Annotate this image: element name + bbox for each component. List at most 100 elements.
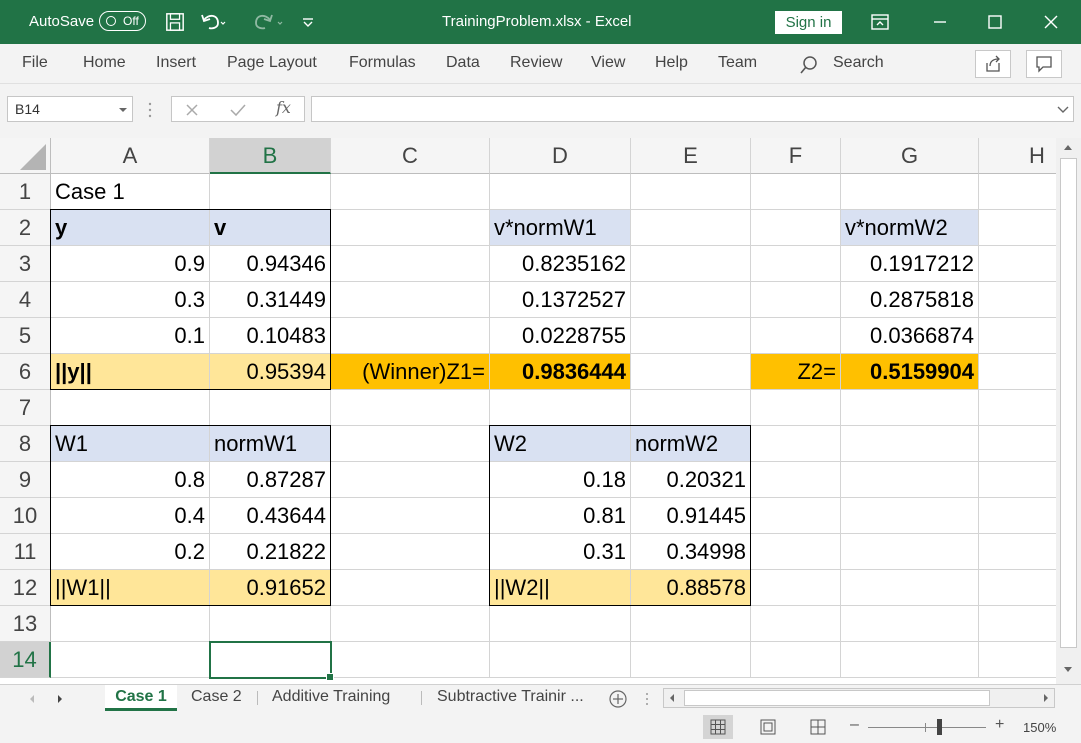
sign-in-button[interactable]: Sign in xyxy=(775,11,842,34)
sheet-tab-additive-training[interactable]: Additive Training xyxy=(272,685,390,711)
cell-e9[interactable]: 0.20321 xyxy=(631,462,751,498)
minimize-icon[interactable] xyxy=(930,12,950,32)
empty-cell[interactable] xyxy=(979,318,1056,354)
empty-cell[interactable] xyxy=(490,390,631,426)
empty-cell[interactable] xyxy=(331,570,490,606)
cell-d3[interactable]: 0.8235162 xyxy=(490,246,631,282)
cell-d10[interactable]: 0.81 xyxy=(490,498,631,534)
page-layout-view-icon[interactable] xyxy=(760,719,776,735)
empty-cell[interactable] xyxy=(841,462,979,498)
cell-b6[interactable]: 0.95394 xyxy=(210,354,331,390)
empty-cell[interactable] xyxy=(979,570,1056,606)
scroll-right-icon[interactable] xyxy=(1042,693,1050,703)
comments-button[interactable] xyxy=(1026,50,1062,78)
column-header-f[interactable]: F xyxy=(751,138,841,174)
search-label[interactable]: Search xyxy=(833,44,884,84)
cell-d4[interactable]: 0.1372527 xyxy=(490,282,631,318)
column-header-d[interactable]: D xyxy=(490,138,631,174)
sheet-tab-subtractive-training[interactable]: Subtractive Trainir ... xyxy=(437,685,584,711)
cell-a11[interactable]: 0.2 xyxy=(51,534,210,570)
redo-icon[interactable] xyxy=(250,12,286,32)
scroll-left-icon[interactable] xyxy=(668,693,676,703)
cell-a12[interactable]: ||W1|| xyxy=(51,570,210,606)
tab-data[interactable]: Data xyxy=(446,44,480,84)
customize-toolbar-icon[interactable] xyxy=(301,12,315,32)
scroll-up-icon[interactable] xyxy=(1063,143,1073,151)
scroll-down-icon[interactable] xyxy=(1063,666,1073,674)
cell-d8[interactable]: W2 xyxy=(490,426,631,462)
empty-cell[interactable] xyxy=(331,282,490,318)
empty-cell[interactable] xyxy=(631,606,751,642)
vertical-scrollbar[interactable] xyxy=(1056,138,1081,684)
enter-icon[interactable] xyxy=(229,102,247,118)
cell-a2[interactable]: y xyxy=(51,210,210,246)
empty-cell[interactable] xyxy=(631,390,751,426)
column-header-e[interactable]: E xyxy=(631,138,751,174)
cell-e8[interactable]: normW2 xyxy=(631,426,751,462)
cell-d5[interactable]: 0.0228755 xyxy=(490,318,631,354)
formula-input[interactable] xyxy=(311,96,1074,122)
cell-c6[interactable]: (Winner)Z1= xyxy=(331,354,490,390)
cell-g2[interactable]: v*normW2 xyxy=(841,210,979,246)
close-icon[interactable] xyxy=(1041,12,1061,32)
cell-d9[interactable]: 0.18 xyxy=(490,462,631,498)
empty-cell[interactable] xyxy=(979,246,1056,282)
empty-cell[interactable] xyxy=(751,606,841,642)
empty-cell[interactable] xyxy=(51,642,210,678)
empty-cell[interactable] xyxy=(331,390,490,426)
row-header-8[interactable]: 8 xyxy=(0,426,51,462)
empty-cell[interactable] xyxy=(841,570,979,606)
cell-b10[interactable]: 0.43644 xyxy=(210,498,331,534)
cell-a9[interactable]: 0.8 xyxy=(51,462,210,498)
tab-file[interactable]: File xyxy=(22,44,48,84)
tab-team[interactable]: Team xyxy=(718,44,757,84)
row-header-13[interactable]: 13 xyxy=(0,606,51,642)
cell-a4[interactable]: 0.3 xyxy=(51,282,210,318)
empty-cell[interactable] xyxy=(751,174,841,210)
empty-cell[interactable] xyxy=(331,318,490,354)
cell-a10[interactable]: 0.4 xyxy=(51,498,210,534)
empty-cell[interactable] xyxy=(751,570,841,606)
empty-cell[interactable] xyxy=(631,210,751,246)
empty-cell[interactable] xyxy=(490,606,631,642)
empty-cell[interactable] xyxy=(979,462,1056,498)
name-box[interactable]: B14 xyxy=(7,96,133,122)
tab-review[interactable]: Review xyxy=(510,44,562,84)
column-header-g[interactable]: G xyxy=(841,138,979,174)
empty-cell[interactable] xyxy=(751,318,841,354)
empty-cell[interactable] xyxy=(841,606,979,642)
empty-cell[interactable] xyxy=(331,534,490,570)
empty-cell[interactable] xyxy=(751,282,841,318)
maximize-icon[interactable] xyxy=(985,12,1005,32)
scroll-tabs-right-icon[interactable] xyxy=(56,694,64,704)
cell-b11[interactable]: 0.21822 xyxy=(210,534,331,570)
cell-g5[interactable]: 0.0366874 xyxy=(841,318,979,354)
empty-cell[interactable] xyxy=(751,462,841,498)
row-header-1[interactable]: 1 xyxy=(0,174,51,210)
vertical-scroll-thumb[interactable] xyxy=(1060,158,1077,648)
cell-a1[interactable]: Case 1 xyxy=(51,174,210,210)
empty-cell[interactable] xyxy=(841,534,979,570)
empty-cell[interactable] xyxy=(751,426,841,462)
share-button[interactable] xyxy=(975,50,1011,78)
zoom-out-button[interactable]: – xyxy=(850,716,859,734)
empty-cell[interactable] xyxy=(331,246,490,282)
tab-home[interactable]: Home xyxy=(83,44,126,84)
empty-cell[interactable] xyxy=(331,210,490,246)
empty-cell[interactable] xyxy=(210,606,331,642)
page-break-preview-icon[interactable] xyxy=(810,719,826,735)
cell-d6[interactable]: 0.9836444 xyxy=(490,354,631,390)
empty-cell[interactable] xyxy=(51,390,210,426)
cell-d11[interactable]: 0.31 xyxy=(490,534,631,570)
empty-cell[interactable] xyxy=(331,426,490,462)
tab-formulas[interactable]: Formulas xyxy=(349,44,416,84)
row-header-14[interactable]: 14 xyxy=(0,642,51,678)
empty-cell[interactable] xyxy=(331,642,490,678)
cell-e11[interactable]: 0.34998 xyxy=(631,534,751,570)
empty-cell[interactable] xyxy=(631,354,751,390)
column-header-a[interactable]: A xyxy=(51,138,210,174)
cell-f6[interactable]: Z2= xyxy=(751,354,841,390)
empty-cell[interactable] xyxy=(631,282,751,318)
undo-icon[interactable] xyxy=(200,12,226,32)
cell-b12[interactable]: 0.91652 xyxy=(210,570,331,606)
